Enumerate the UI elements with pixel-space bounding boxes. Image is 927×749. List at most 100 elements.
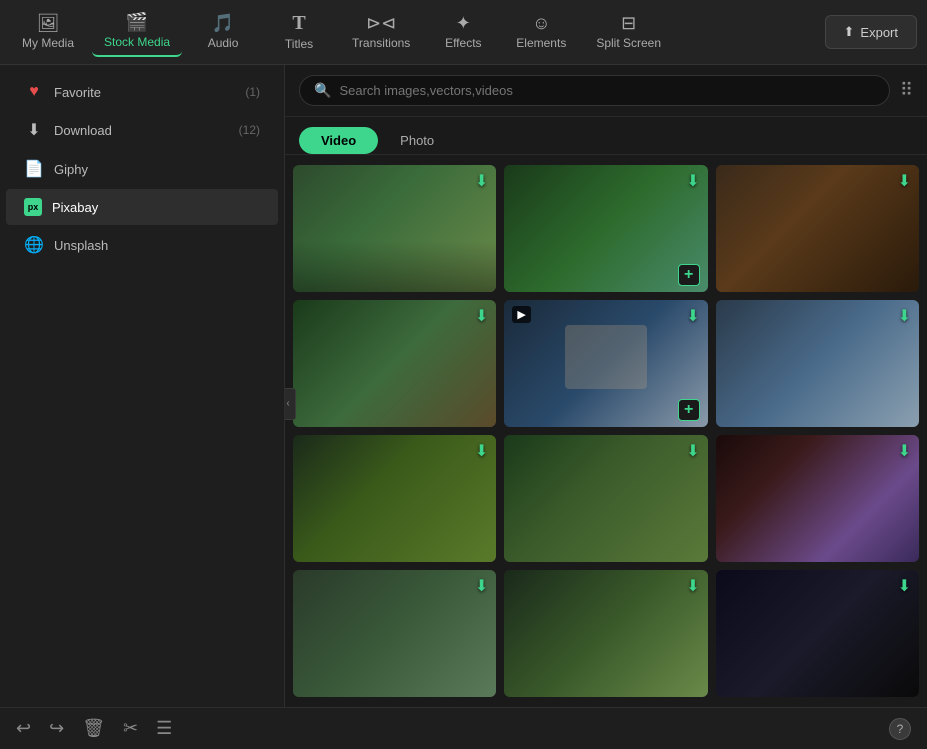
undo-button[interactable]: ↩	[16, 718, 31, 739]
nav-item-stock-media[interactable]: 🎬 Stock Media	[92, 7, 182, 57]
stock-media-icon: 🎬	[126, 13, 148, 31]
card-thumbnail	[504, 570, 707, 697]
nav-item-titles[interactable]: T Titles	[264, 7, 334, 57]
media-card[interactable]: ⬇	[716, 165, 919, 292]
nav-items: 🖼 My Media 🎬 Stock Media 🎵 Audio T Title…	[10, 7, 825, 57]
card-thumbnail	[293, 435, 496, 562]
nav-label-audio: Audio	[208, 36, 239, 50]
export-label: Export	[860, 25, 898, 40]
my-media-icon: 🖼	[37, 14, 60, 32]
card-thumbnail	[716, 570, 919, 697]
nav-item-effects[interactable]: ✦ Effects	[428, 8, 498, 56]
card-download-icon[interactable]: ⬇	[686, 576, 699, 596]
grid-view-icon[interactable]: ⠿	[900, 80, 913, 101]
media-card[interactable]: ⬇	[293, 300, 496, 427]
media-card[interactable]: ⬇	[293, 435, 496, 562]
content-area: 🔍 ⠿ Video Photo ‹ ⬇ ⬇ +	[285, 65, 927, 707]
card-thumbnail	[716, 435, 919, 562]
sidebar-count-favorite: (1)	[245, 85, 260, 99]
effects-icon: ✦	[456, 14, 471, 32]
media-grid-wrap[interactable]: ‹ ⬇ ⬇ + ⬇ ⬇	[285, 155, 927, 707]
nav-item-transitions[interactable]: ⊳⊲ Transitions	[340, 8, 422, 56]
card-download-icon[interactable]: ⬇	[686, 171, 699, 191]
sidebar: ♥ Favorite (1) ⬇ Download (12) 📄 Giphy p…	[0, 65, 285, 707]
sidebar-label-pixabay: Pixabay	[52, 200, 260, 215]
card-thumbnail	[293, 165, 496, 292]
sidebar-label-giphy: Giphy	[54, 162, 260, 177]
media-card[interactable]: ⬇	[716, 435, 919, 562]
card-download-icon[interactable]: ⬇	[898, 171, 911, 191]
sidebar-item-favorite[interactable]: ♥ Favorite (1)	[6, 74, 278, 110]
favorite-icon: ♥	[24, 83, 44, 101]
tab-video[interactable]: Video	[299, 127, 378, 154]
video-badge-icon: ▶	[512, 306, 530, 323]
sidebar-item-download[interactable]: ⬇ Download (12)	[6, 111, 278, 149]
sidebar-item-pixabay[interactable]: px Pixabay	[6, 189, 278, 225]
nav-label-split-screen: Split Screen	[596, 36, 661, 50]
card-download-icon[interactable]: ⬇	[898, 306, 911, 326]
media-card[interactable]: ▶ ⬇ +	[504, 300, 707, 427]
search-icon: 🔍	[314, 82, 331, 99]
content-wrap: ♥ Favorite (1) ⬇ Download (12) 📄 Giphy p…	[0, 65, 927, 707]
card-download-icon[interactable]: ⬇	[475, 306, 488, 326]
sidebar-collapse-arrow[interactable]: ‹	[285, 388, 296, 420]
media-card[interactable]: ⬇	[293, 570, 496, 697]
transitions-icon: ⊳⊲	[366, 14, 396, 32]
card-thumbnail	[293, 300, 496, 427]
pixabay-icon: px	[24, 198, 42, 216]
bottom-toolbar: ↩ ↪ 🗑 ✂ ☰ ?	[0, 707, 927, 749]
split-screen-icon: ⊟	[621, 14, 636, 32]
sidebar-label-favorite: Favorite	[54, 85, 235, 100]
sidebar-item-unsplash[interactable]: 🌐 Unsplash	[6, 226, 278, 264]
export-icon: ⬆	[844, 24, 855, 40]
nav-item-elements[interactable]: ☺ Elements	[504, 8, 578, 56]
nav-label-effects: Effects	[445, 36, 481, 50]
card-thumbnail	[716, 300, 919, 427]
card-download-icon[interactable]: ⬇	[898, 441, 911, 461]
card-add-button[interactable]: +	[678, 399, 700, 421]
search-input-wrap[interactable]: 🔍	[299, 75, 890, 106]
cut-button[interactable]: ✂	[123, 718, 138, 739]
giphy-icon: 📄	[24, 159, 44, 179]
media-card[interactable]: ⬇	[293, 165, 496, 292]
menu-button[interactable]: ☰	[156, 718, 172, 739]
card-download-icon[interactable]: ⬇	[686, 306, 699, 326]
nav-label-titles: Titles	[285, 37, 313, 51]
media-card[interactable]: ⬇ +	[504, 165, 707, 292]
card-thumbnail	[293, 570, 496, 697]
nav-label-transitions: Transitions	[352, 36, 410, 50]
card-download-icon[interactable]: ⬇	[475, 441, 488, 461]
card-download-icon[interactable]: ⬇	[898, 576, 911, 596]
nav-label-elements: Elements	[516, 36, 566, 50]
sidebar-item-giphy[interactable]: 📄 Giphy	[6, 150, 278, 188]
delete-button[interactable]: 🗑	[82, 718, 105, 739]
nav-label-stock-media: Stock Media	[104, 35, 170, 49]
media-card[interactable]: ⬇	[716, 570, 919, 697]
audio-icon: 🎵	[212, 14, 234, 32]
content-tabs: Video Photo	[285, 117, 927, 155]
card-download-icon[interactable]: ⬇	[475, 576, 488, 596]
tab-photo[interactable]: Photo	[378, 127, 456, 154]
export-button[interactable]: ⬆ Export	[825, 15, 917, 49]
card-download-icon[interactable]: ⬇	[686, 441, 699, 461]
card-thumbnail	[716, 165, 919, 292]
unsplash-icon: 🌐	[24, 235, 44, 255]
card-thumbnail	[504, 435, 707, 562]
nav-item-audio[interactable]: 🎵 Audio	[188, 8, 258, 56]
help-button[interactable]: ?	[889, 718, 911, 740]
search-input[interactable]	[339, 83, 874, 98]
elements-icon: ☺	[532, 14, 550, 32]
media-grid: ⬇ ⬇ + ⬇ ⬇ ▶ ⬇	[293, 165, 919, 697]
nav-label-my-media: My Media	[22, 36, 74, 50]
redo-button[interactable]: ↪	[49, 718, 64, 739]
media-card[interactable]: ⬇	[504, 435, 707, 562]
nav-item-my-media[interactable]: 🖼 My Media	[10, 8, 86, 56]
media-card[interactable]: ⬇	[504, 570, 707, 697]
sidebar-count-download: (12)	[239, 123, 260, 137]
nav-item-split-screen[interactable]: ⊟ Split Screen	[584, 8, 673, 56]
card-add-button[interactable]: +	[678, 264, 700, 286]
top-nav: 🖼 My Media 🎬 Stock Media 🎵 Audio T Title…	[0, 0, 927, 65]
card-download-icon[interactable]: ⬇	[475, 171, 488, 191]
download-icon: ⬇	[24, 120, 44, 140]
media-card[interactable]: ⬇	[716, 300, 919, 427]
